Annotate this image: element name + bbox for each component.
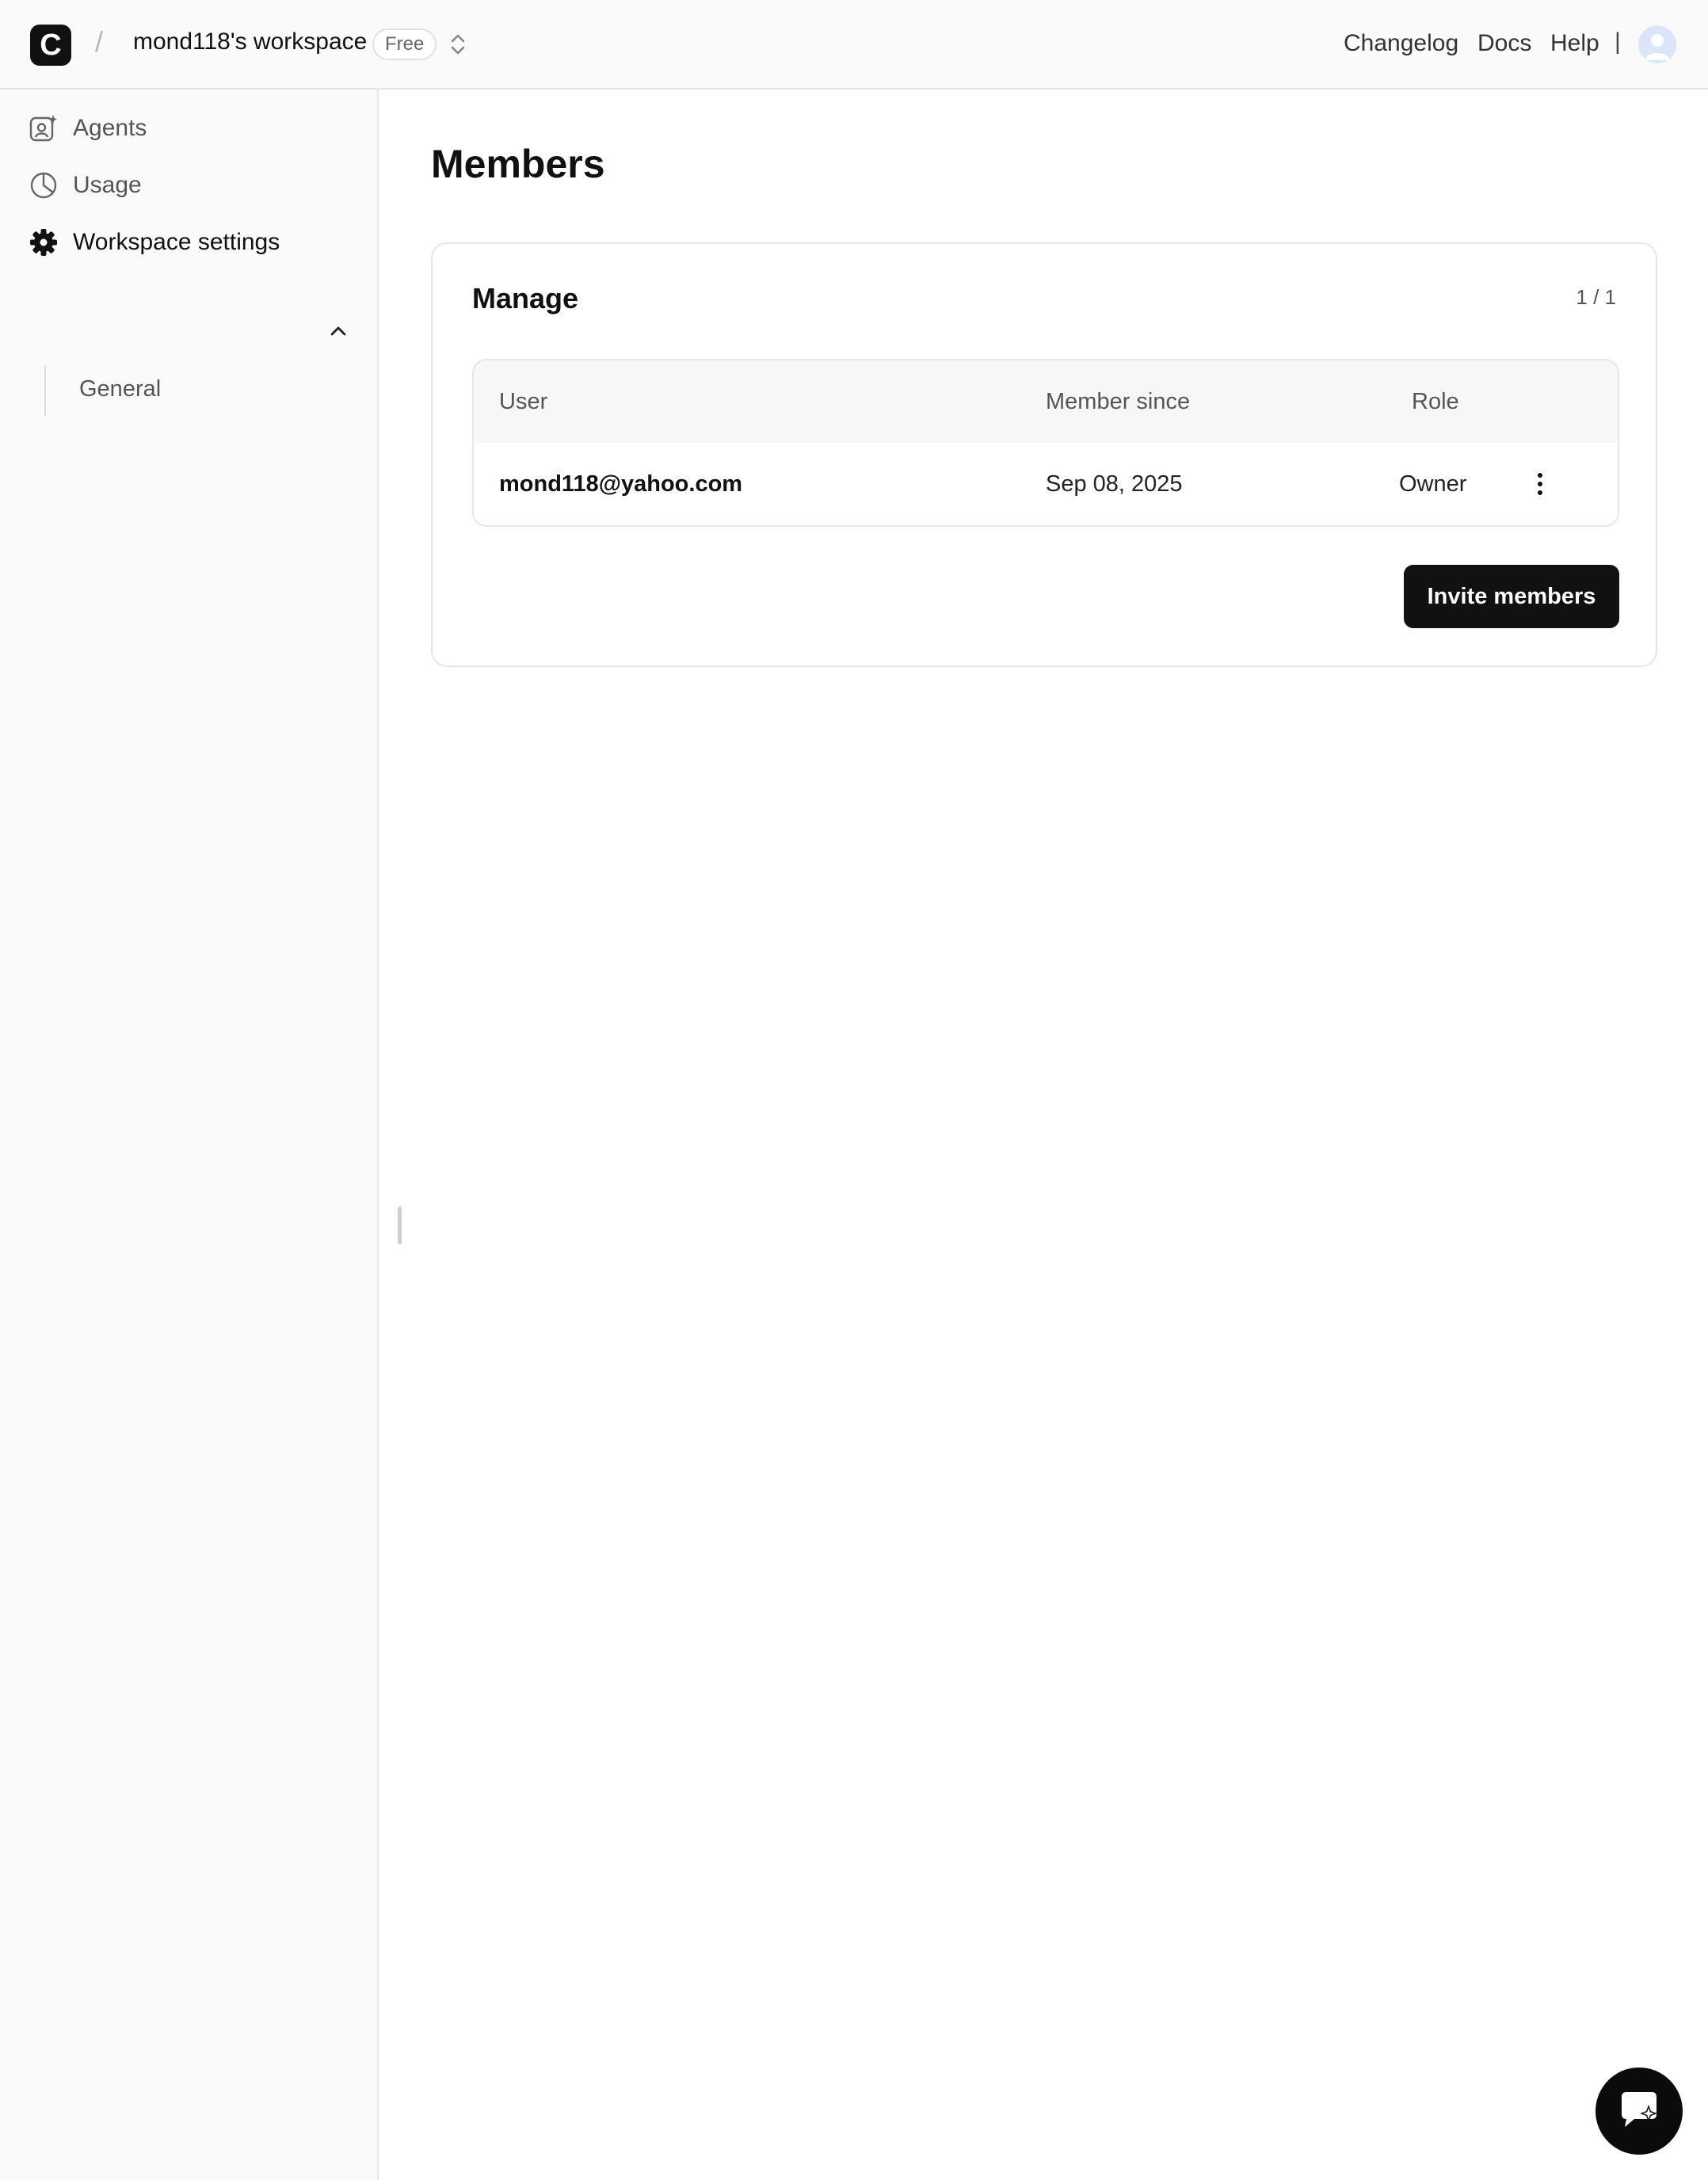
changelog-link[interactable]: Changelog — [1344, 30, 1458, 57]
user-avatar[interactable] — [1638, 25, 1676, 63]
chevron-up-icon[interactable] — [328, 321, 349, 341]
logo-letter: C — [40, 29, 62, 62]
page-title: Members — [431, 142, 605, 186]
workspace-switcher-icon[interactable] — [448, 32, 467, 57]
members-table: User Member since Role mond118@yahoo.com… — [472, 359, 1619, 527]
plan-badge: Free — [372, 29, 437, 60]
sidebar-item-agents[interactable]: Agents — [29, 109, 147, 147]
usage-pie-icon — [30, 172, 57, 199]
docs-link[interactable]: Docs — [1477, 30, 1531, 57]
sidebar-subitem-general[interactable]: General — [79, 376, 161, 402]
breadcrumb-separator: / — [95, 25, 104, 58]
subnav-divider — [44, 365, 46, 416]
member-count: 1 / 1 — [1576, 285, 1616, 309]
sidebar-item-label: Usage — [73, 172, 142, 198]
workspace-name[interactable]: mond118's workspace — [133, 29, 367, 55]
header-divider: | — [1615, 29, 1621, 55]
invite-members-button[interactable]: Invite members — [1404, 565, 1619, 628]
more-options-icon[interactable] — [1535, 471, 1545, 497]
agents-icon — [29, 115, 57, 142]
column-header-member-since: Member since — [1046, 389, 1191, 414]
sidebar: Agents Usage Workspace settings General — [0, 90, 402, 2180]
column-header-user: User — [499, 389, 548, 414]
member-email: mond118@yahoo.com — [499, 471, 743, 497]
column-header-role: Role — [1412, 389, 1459, 414]
gear-icon — [30, 229, 57, 256]
manage-card: Manage 1 / 1 User Member since Role mond… — [431, 242, 1657, 667]
help-link[interactable]: Help — [1550, 30, 1599, 57]
member-since-date: Sep 08, 2025 — [1046, 471, 1183, 497]
sidebar-item-usage[interactable]: Usage — [29, 166, 142, 204]
user-avatar-icon — [1645, 34, 1670, 60]
sidebar-item-label: Workspace settings — [73, 229, 280, 255]
sidebar-resize-handle[interactable] — [398, 1206, 402, 1244]
card-title: Manage — [472, 282, 579, 314]
top-bar: C / mond118's workspace Free Changelog D… — [0, 0, 1708, 90]
sidebar-item-workspace-settings[interactable]: Workspace settings — [29, 223, 280, 261]
member-role: Owner — [1399, 471, 1467, 497]
chat-support-button[interactable] — [1596, 2068, 1683, 2155]
app-logo[interactable]: C — [30, 25, 71, 66]
sidebar-item-label: Agents — [73, 115, 147, 141]
chat-sparkle-icon — [1622, 2092, 1657, 2127]
